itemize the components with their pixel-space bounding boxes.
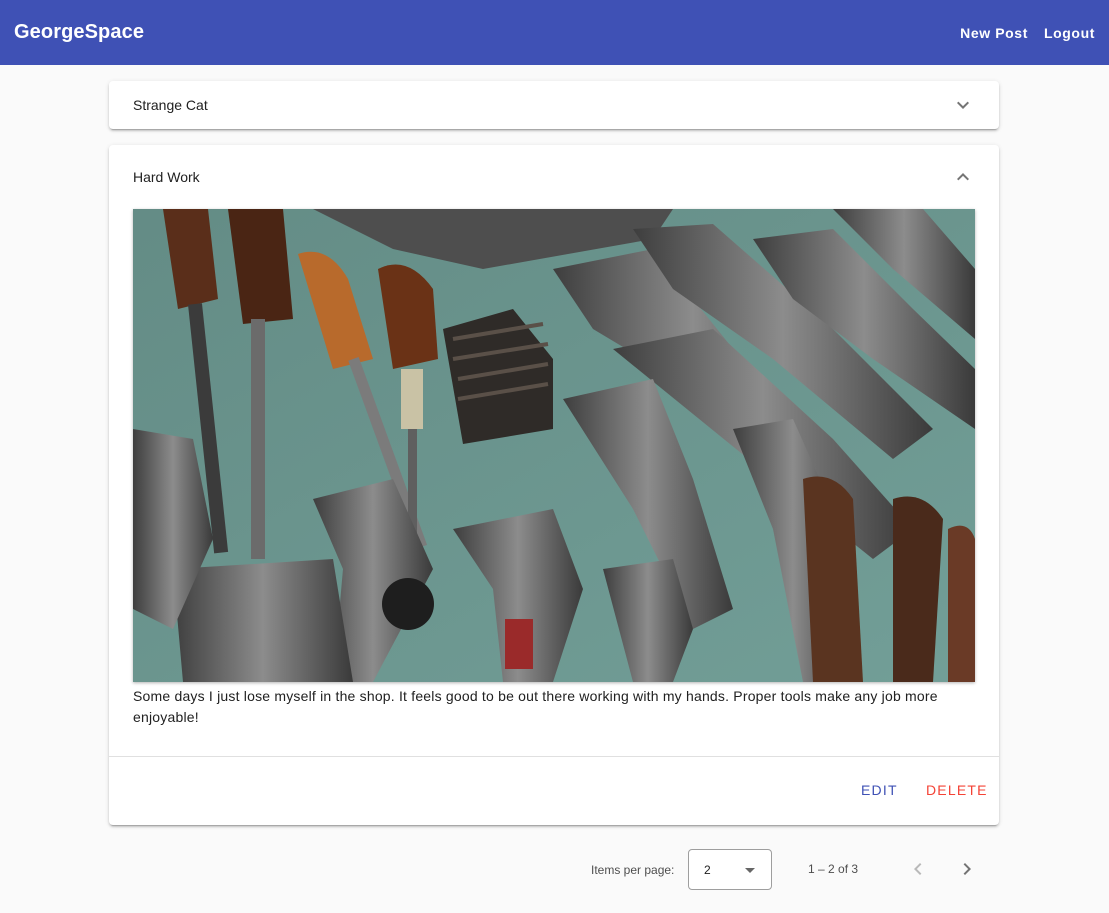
chevron-right-icon xyxy=(963,863,971,875)
post-body: Some days I just lose myself in the shop… xyxy=(133,688,938,725)
post-title: Hard Work xyxy=(133,169,200,185)
top-toolbar: GeorgeSpace New Post Logout xyxy=(0,0,1109,65)
items-per-page-select[interactable]: 2 xyxy=(688,849,772,890)
edit-button[interactable]: Edit xyxy=(853,772,906,808)
post-panel-hard-work: Hard Work Some days I just lose myself i… xyxy=(109,145,999,825)
logout-button[interactable]: Logout xyxy=(1044,25,1095,41)
tools-photo xyxy=(133,209,975,682)
post-title: Strange Cat xyxy=(133,97,208,113)
post-panel-header[interactable]: Hard Work xyxy=(109,145,999,209)
app-brand[interactable]: GeorgeSpace xyxy=(14,21,144,44)
page-range-label: 1 – 2 of 3 xyxy=(808,862,859,876)
dropdown-arrow-icon xyxy=(745,868,755,873)
post-panel-header[interactable]: Strange Cat xyxy=(109,81,999,129)
delete-button[interactable]: Delete xyxy=(918,772,996,808)
new-post-button[interactable]: New Post xyxy=(960,25,1028,41)
chevron-down-icon[interactable] xyxy=(951,93,975,117)
chevron-left-icon xyxy=(914,863,922,875)
paginator: Items per page: 2 1 – 2 of 3 xyxy=(0,845,1109,895)
post-image xyxy=(133,209,975,682)
actions-divider xyxy=(109,756,999,757)
previous-page-button[interactable] xyxy=(906,857,930,881)
items-per-page-label: Items per page: xyxy=(591,863,675,877)
chevron-up-icon[interactable] xyxy=(951,165,975,189)
post-panel-strange-cat: Strange Cat xyxy=(109,81,999,129)
next-page-button[interactable] xyxy=(955,857,979,881)
items-per-page-value: 2 xyxy=(704,863,711,877)
